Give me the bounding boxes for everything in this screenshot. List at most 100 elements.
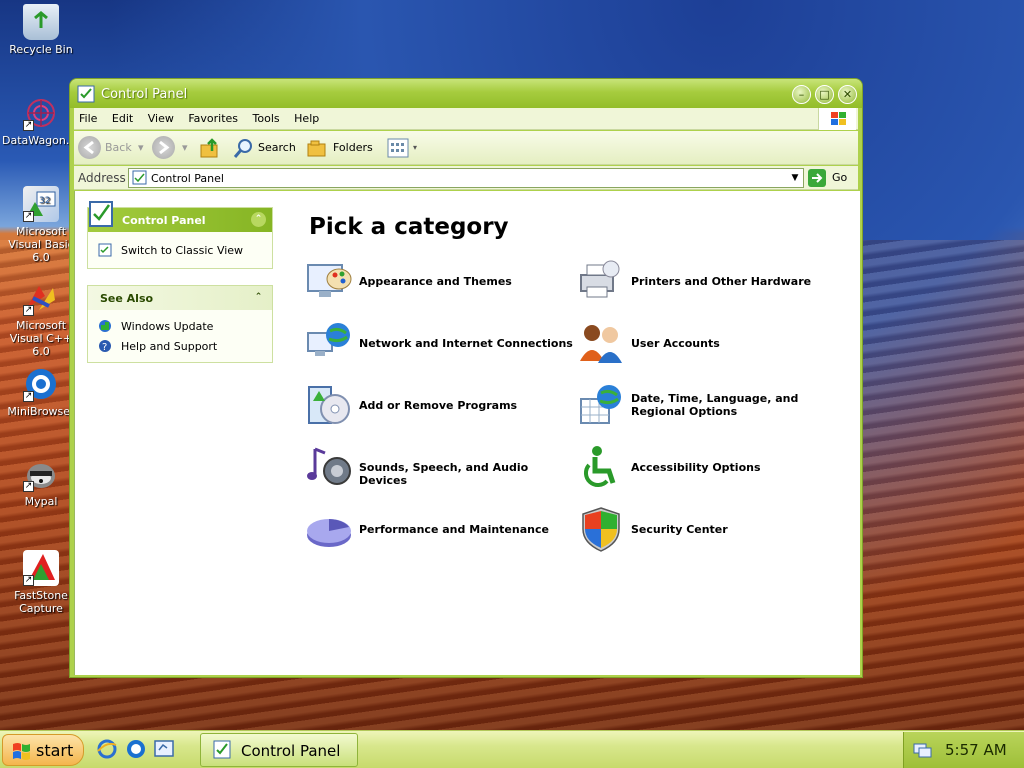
svg-text:32: 32 — [39, 196, 50, 206]
printer-icon — [580, 260, 620, 298]
control-panel-task-panel: Control Panel ⌃ Switch to Classic View — [87, 201, 273, 269]
category-accessibility[interactable]: Accessibility Options — [577, 443, 842, 495]
classic-view-icon — [98, 243, 112, 257]
windows-update-icon — [99, 320, 111, 332]
category-performance-maintenance[interactable]: Performance and Maintenance — [305, 505, 570, 557]
menu-bar: File Edit View Favorites Tools Help — [74, 108, 858, 130]
category-security-center[interactable]: Security Center — [577, 505, 842, 557]
windows-logo-icon — [818, 108, 856, 130]
address-dropdown-icon[interactable]: ▼ — [787, 169, 803, 187]
back-button[interactable]: Back — [78, 136, 138, 160]
page-title: Pick a category — [309, 214, 509, 240]
shortcut-arrow-icon: ↗ — [23, 481, 34, 492]
desktop-icon-recycle-bin[interactable]: Recycle Bin — [2, 4, 80, 56]
views-button[interactable]: ▾ — [386, 136, 424, 160]
menu-view[interactable]: View — [143, 108, 180, 125]
category-date-time-language[interactable]: Date, Time, Language, and Regional Optio… — [577, 381, 842, 433]
address-value: Control Panel — [151, 172, 224, 185]
views-icon — [387, 138, 409, 158]
menu-file[interactable]: File — [74, 108, 103, 125]
folders-icon — [307, 140, 326, 157]
up-folder-button[interactable] — [198, 136, 222, 160]
datawagon-icon: ↗ — [23, 95, 59, 131]
minimize-icon: – — [798, 88, 805, 101]
security-center-icon — [582, 507, 620, 552]
forward-button[interactable] — [152, 136, 176, 160]
close-button[interactable]: ✕ — [838, 85, 857, 104]
category-pane: Pick a category Appearance and Themes Ne… — [285, 191, 861, 675]
window-titlebar[interactable]: Control Panel – □ ✕ — [70, 79, 862, 108]
shortcut-arrow-icon: ↗ — [23, 305, 34, 316]
toolbar: Back ▾ ▾ Search Folders ▾ — [74, 131, 858, 165]
date-time-icon — [580, 385, 621, 424]
recycle-bin-icon — [23, 4, 59, 40]
address-label: Address — [78, 171, 126, 185]
category-printers-hardware[interactable]: Printers and Other Hardware — [577, 257, 842, 309]
maximize-icon: □ — [819, 88, 830, 101]
menu-help[interactable]: Help — [289, 108, 325, 125]
control-panel-icon — [77, 85, 95, 103]
mypal-icon: ↗ — [23, 456, 59, 492]
quicklaunch-minibrowser-icon[interactable] — [125, 738, 147, 760]
category-add-remove-programs[interactable]: Add or Remove Programs — [305, 381, 570, 433]
system-tray: 5:57 AM — [903, 732, 1024, 768]
user-accounts-icon — [580, 325, 622, 363]
back-arrow-icon — [78, 136, 101, 159]
folders-button[interactable]: Folders — [306, 136, 376, 160]
category-appearance-themes[interactable]: Appearance and Themes — [305, 257, 570, 309]
back-dropdown-icon[interactable]: ▾ — [138, 136, 146, 160]
control-panel-small-icon — [132, 170, 147, 185]
visual-basic-icon: 32 ↗ — [23, 186, 59, 222]
switch-classic-view-link[interactable]: Switch to Classic View — [88, 240, 272, 260]
window-title: Control Panel — [101, 87, 188, 102]
control-panel-large-icon — [89, 201, 113, 227]
see-also-panel-header[interactable]: See Also ⌃ — [88, 286, 272, 310]
faststone-icon: ↗ — [23, 550, 59, 586]
control-panel-panel-header[interactable]: Control Panel ⌃ — [88, 201, 272, 232]
shortcut-arrow-icon: ↗ — [23, 391, 34, 402]
menu-favorites[interactable]: Favorites — [183, 108, 244, 125]
visual-cpp-icon: ↗ — [23, 280, 59, 316]
help-icon: ? — [99, 340, 111, 353]
views-dropdown-icon: ▾ — [413, 143, 418, 152]
desktop-icon-label: Recycle Bin — [9, 43, 73, 56]
content-area: Control Panel ⌃ Switch to Classic View S… — [74, 191, 860, 675]
minibrowser-icon: ↗ — [23, 366, 59, 402]
network-icon — [307, 323, 350, 356]
network-tray-icon[interactable] — [912, 740, 932, 760]
shortcut-arrow-icon: ↗ — [23, 575, 34, 586]
category-user-accounts[interactable]: User Accounts — [577, 319, 842, 371]
windows-flag-icon — [13, 743, 30, 760]
task-pane: Control Panel ⌃ Switch to Classic View S… — [75, 191, 285, 675]
address-field[interactable]: Control Panel ▼ — [128, 168, 804, 188]
windows-update-link[interactable]: Windows Update — [88, 316, 272, 336]
menu-edit[interactable]: Edit — [107, 108, 139, 125]
menu-tools[interactable]: Tools — [248, 108, 286, 125]
address-bar: Address Control Panel ▼ Go — [74, 166, 858, 190]
clock[interactable]: 5:57 AM — [945, 741, 1007, 759]
help-and-support-link[interactable]: ? Help and Support — [88, 336, 272, 356]
start-button[interactable]: start — [2, 734, 84, 766]
quicklaunch-show-desktop-icon[interactable] — [153, 738, 175, 760]
control-panel-window[interactable]: Control Panel – □ ✕ File Edit View Favor… — [69, 78, 863, 678]
svg-text:?: ? — [102, 342, 107, 353]
see-also-panel: See Also ⌃ Windows Update ? Help and Sup… — [87, 285, 273, 363]
search-button[interactable]: Search — [232, 136, 300, 160]
shortcut-arrow-icon: ↗ — [23, 211, 34, 222]
appearance-themes-icon — [307, 264, 352, 297]
sounds-icon — [307, 447, 351, 485]
go-button[interactable]: Go — [808, 168, 854, 188]
accessibility-icon — [583, 446, 616, 488]
forward-dropdown-icon[interactable]: ▾ — [182, 136, 190, 160]
category-sounds-speech-audio[interactable]: Sounds, Speech, and Audio Devices — [305, 443, 570, 495]
minimize-button[interactable]: – — [792, 85, 811, 104]
category-network-internet[interactable]: Network and Internet Connections — [305, 319, 573, 371]
forward-arrow-icon — [152, 136, 175, 159]
taskbar-button-control-panel[interactable]: Control Panel — [200, 733, 358, 767]
close-icon: ✕ — [842, 88, 853, 101]
collapse-chevron-icon[interactable]: ⌃ — [251, 212, 266, 227]
go-arrow-icon — [808, 169, 826, 187]
maximize-button[interactable]: □ — [815, 85, 834, 104]
collapse-chevron-icon[interactable]: ⌃ — [251, 290, 266, 305]
quicklaunch-ie-icon[interactable] — [96, 738, 118, 760]
